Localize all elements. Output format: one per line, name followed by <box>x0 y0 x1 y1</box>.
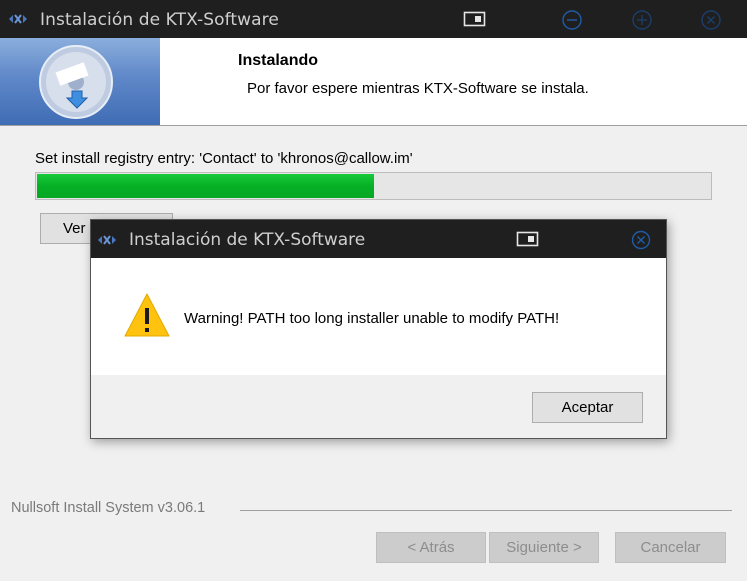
install-progress-bar <box>35 172 712 200</box>
minimize-icon[interactable] <box>561 9 583 30</box>
ktx-app-icon <box>98 235 116 245</box>
next-button[interactable]: Siguiente > <box>489 532 599 563</box>
progress-fill <box>37 174 374 198</box>
maximize-icon[interactable] <box>631 9 653 30</box>
dialog-body: Warning! PATH too long installer unable … <box>91 258 666 375</box>
installer-banner-image <box>0 38 160 125</box>
back-button[interactable]: < Atrás <box>376 532 486 563</box>
branding-divider <box>240 510 732 511</box>
ktx-app-icon <box>9 14 27 24</box>
ok-button[interactable]: Aceptar <box>532 392 643 423</box>
title-bar: Instalación de KTX-Software <box>0 0 747 38</box>
snap-layout-icon[interactable] <box>463 9 486 29</box>
cancel-button[interactable]: Cancelar <box>615 532 726 563</box>
page-subheading: Por favor espere mientras KTX-Software s… <box>247 80 589 97</box>
dialog-title: Instalación de KTX-Software <box>129 230 366 250</box>
nsis-branding: Nullsoft Install System v3.06.1 <box>11 500 206 516</box>
dialog-message: Warning! PATH too long installer unable … <box>184 310 560 327</box>
dialog-close-icon[interactable] <box>630 229 652 250</box>
install-status-text: Set install registry entry: 'Contact' to… <box>35 150 413 167</box>
snap-layout-icon[interactable] <box>516 229 539 249</box>
window-title: Instalación de KTX-Software <box>40 10 279 30</box>
page-header: Instalando Por favor espere mientras KTX… <box>0 38 747 126</box>
warning-dialog: Instalación de KTX-Software Warning! PAT… <box>90 219 667 439</box>
dialog-title-bar: Instalación de KTX-Software <box>91 220 666 258</box>
page-heading: Instalando <box>238 52 319 69</box>
warning-icon <box>124 293 170 337</box>
close-icon[interactable] <box>700 9 722 30</box>
